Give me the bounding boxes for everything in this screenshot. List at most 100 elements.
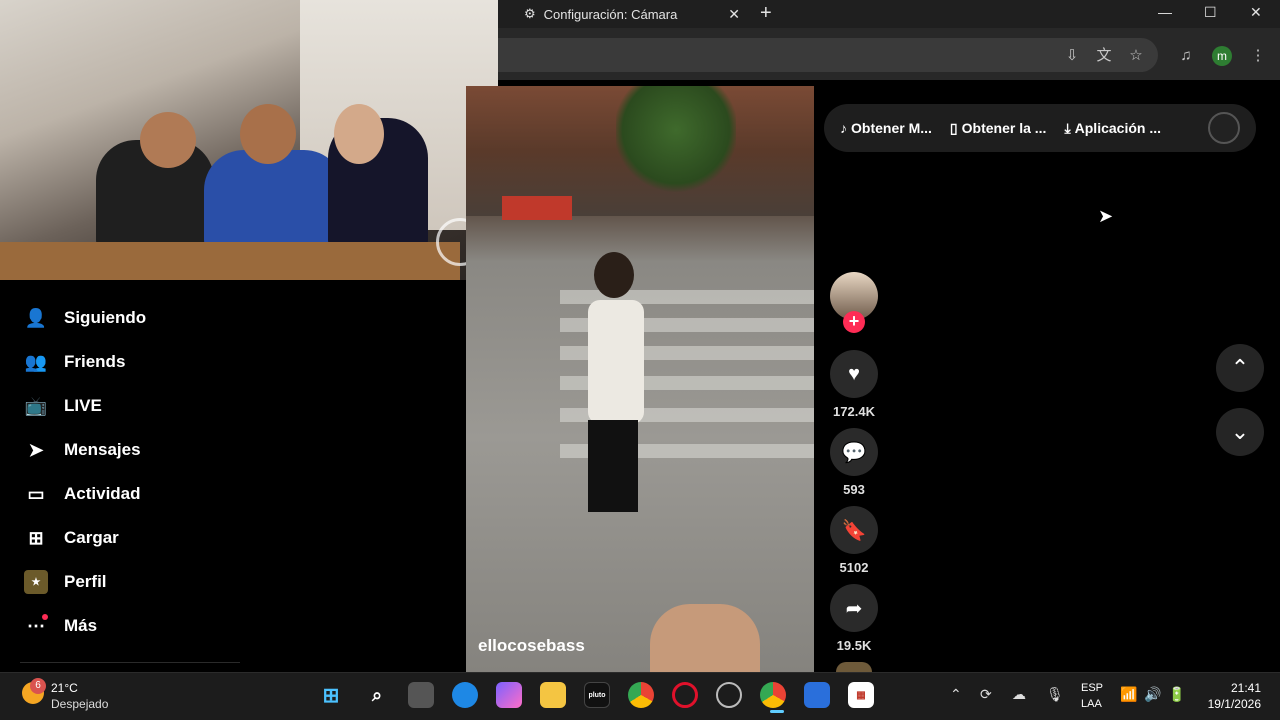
weather-description[interactable]: Despejado bbox=[51, 697, 108, 711]
share-button[interactable]: ➦ bbox=[830, 584, 878, 632]
sidebar-item-cargar[interactable]: ⊞ Cargar bbox=[24, 524, 118, 552]
sidebar-item-label: Actividad bbox=[64, 484, 141, 503]
sidebar-item-label: Perfil bbox=[64, 572, 107, 591]
video-username[interactable]: ellocosebass bbox=[478, 636, 585, 656]
comment-count: 593 bbox=[843, 482, 865, 497]
music-disc[interactable] bbox=[836, 662, 872, 672]
friends-icon: 👥 bbox=[24, 351, 48, 372]
mouse-cursor-icon: ➤ bbox=[1098, 206, 1114, 226]
weather-badge: 6 bbox=[30, 678, 46, 694]
camera-table bbox=[0, 242, 460, 280]
banner-item-label: Aplicación ... bbox=[1074, 120, 1161, 136]
wifi-icon[interactable]: 📶 bbox=[1120, 686, 1137, 703]
close-window-icon[interactable]: ✕ bbox=[1250, 4, 1262, 21]
save-button[interactable]: 🔖 bbox=[830, 506, 878, 554]
menu-kebab-icon[interactable]: ⋮ bbox=[1248, 46, 1268, 66]
sidebar-item-mensajes[interactable]: ➤ Mensajes bbox=[24, 436, 141, 464]
weather-temperature[interactable]: 21°C bbox=[51, 681, 78, 695]
banner-item-label: Obtener la ... bbox=[961, 120, 1047, 136]
tab-settings-camera[interactable]: ⚙ Configuración: Cámara ✕ bbox=[514, 0, 748, 28]
language-indicator[interactable]: ESP bbox=[1081, 682, 1103, 694]
upload-icon: ⊞ bbox=[28, 527, 44, 548]
minimize-icon[interactable]: — bbox=[1158, 4, 1172, 20]
sidebar-item-friends[interactable]: 👥 Friends bbox=[24, 348, 126, 376]
messages-icon: ➤ bbox=[28, 439, 44, 460]
profile-avatar[interactable]: m bbox=[1212, 46, 1232, 66]
onedrive-icon[interactable]: ☁ bbox=[1012, 686, 1026, 703]
new-tab-button[interactable]: + bbox=[760, 2, 772, 25]
tab-title: Configuración: Cámara bbox=[543, 6, 678, 22]
get-coins-button[interactable]: ♪ Obtener M... bbox=[840, 120, 932, 136]
chrome-icon[interactable] bbox=[628, 682, 654, 708]
sidebar-item-perfil[interactable]: ★ Perfil bbox=[24, 568, 107, 596]
chevron-down-icon: ⌄ bbox=[1230, 419, 1250, 444]
copilot-icon[interactable] bbox=[496, 682, 522, 708]
address-bar[interactable] bbox=[498, 38, 1158, 72]
live-icon: 📺 bbox=[24, 395, 48, 416]
camera-person-center bbox=[204, 150, 344, 250]
chevron-up-icon: ⌃ bbox=[1230, 355, 1250, 380]
app-icon[interactable] bbox=[804, 682, 830, 708]
opera-icon[interactable] bbox=[672, 682, 698, 708]
get-app-button[interactable]: ▯ Obtener la ... bbox=[950, 120, 1047, 137]
sidebar-item-label: Friends bbox=[64, 352, 126, 371]
video-person-shirt bbox=[588, 300, 644, 424]
previous-video-button[interactable]: ⌃ bbox=[1216, 344, 1264, 392]
video-trees bbox=[616, 86, 736, 196]
close-tab-icon[interactable]: ✕ bbox=[728, 6, 740, 23]
activity-icon: ▭ bbox=[27, 483, 45, 504]
clock-app-icon[interactable] bbox=[716, 682, 742, 708]
sidebar-item-siguiendo[interactable]: 👤 Siguiendo bbox=[24, 304, 146, 332]
volume-icon[interactable]: 🔊 bbox=[1144, 686, 1161, 703]
desktop-app-button[interactable]: ⤓ Aplicación ... bbox=[1064, 120, 1161, 137]
active-app-indicator bbox=[770, 710, 784, 713]
sidebar-item-label: Mensajes bbox=[64, 440, 141, 459]
camera-face-center bbox=[240, 104, 296, 164]
comment-icon: 💬 bbox=[841, 441, 867, 464]
sidebar-item-mas[interactable]: ⋯ Más bbox=[24, 612, 97, 640]
video-barrels bbox=[502, 196, 572, 220]
video-hand bbox=[650, 604, 760, 672]
pluto-tv-icon[interactable]: pluto bbox=[584, 682, 610, 708]
media-control-icon[interactable]: ♫ bbox=[1176, 46, 1196, 66]
video-person-head bbox=[594, 252, 634, 298]
share-icon: ➦ bbox=[845, 597, 863, 620]
next-video-button[interactable]: ⌄ bbox=[1216, 408, 1264, 456]
edge-icon[interactable] bbox=[452, 682, 478, 708]
sync-icon[interactable]: ⟳ bbox=[980, 686, 992, 703]
camera-face-right bbox=[334, 104, 384, 164]
notification-dot bbox=[42, 614, 48, 620]
following-icon: 👤 bbox=[24, 307, 48, 328]
sidebar-item-live[interactable]: 📺 LIVE bbox=[24, 392, 102, 420]
search-icon[interactable]: ⌕ bbox=[364, 682, 390, 708]
clock-date[interactable]: 19/1/2026 bbox=[1200, 697, 1261, 711]
user-avatar[interactable] bbox=[1208, 112, 1240, 144]
like-button[interactable]: ♥ bbox=[830, 350, 878, 398]
app-banner: ♪ Obtener M... ▯ Obtener la ... ⤓ Aplica… bbox=[824, 104, 1256, 152]
chrome-profile-icon[interactable] bbox=[760, 682, 786, 708]
tray-overflow-icon[interactable]: ⌃ bbox=[950, 686, 962, 703]
download-icon: ⤓ bbox=[1064, 119, 1071, 136]
keyboard-layout[interactable]: LAA bbox=[1081, 698, 1102, 710]
heart-icon: ♥ bbox=[848, 362, 860, 385]
task-view-icon[interactable] bbox=[408, 682, 434, 708]
calendar-app-icon[interactable]: ▦ bbox=[848, 682, 874, 708]
install-app-icon[interactable]: ⇩ bbox=[1062, 46, 1082, 66]
windows-start-icon[interactable]: ⊞ bbox=[318, 682, 344, 708]
sidebar-item-label: Siguiendo bbox=[64, 308, 147, 327]
gear-icon: ⚙ bbox=[524, 6, 536, 21]
sidebar-item-label: LIVE bbox=[64, 396, 102, 415]
share-count: 19.5K bbox=[836, 638, 872, 653]
follow-plus-button[interactable]: + bbox=[843, 311, 865, 333]
translate-icon[interactable]: 文 bbox=[1094, 46, 1114, 66]
sidebar-divider bbox=[20, 662, 240, 663]
comment-button[interactable]: 💬 bbox=[830, 428, 878, 476]
file-explorer-icon[interactable] bbox=[540, 682, 566, 708]
clock-time[interactable]: 21:41 bbox=[1216, 681, 1261, 695]
sidebar-item-actividad[interactable]: ▭ Actividad bbox=[24, 480, 141, 508]
microphone-icon[interactable]: 🎙 bbox=[1046, 686, 1064, 703]
profile-icon: ★ bbox=[24, 570, 48, 594]
maximize-icon[interactable]: ☐ bbox=[1204, 4, 1217, 21]
bookmark-star-icon[interactable]: ☆ bbox=[1126, 46, 1146, 66]
battery-icon[interactable]: 🔋 bbox=[1168, 686, 1185, 703]
